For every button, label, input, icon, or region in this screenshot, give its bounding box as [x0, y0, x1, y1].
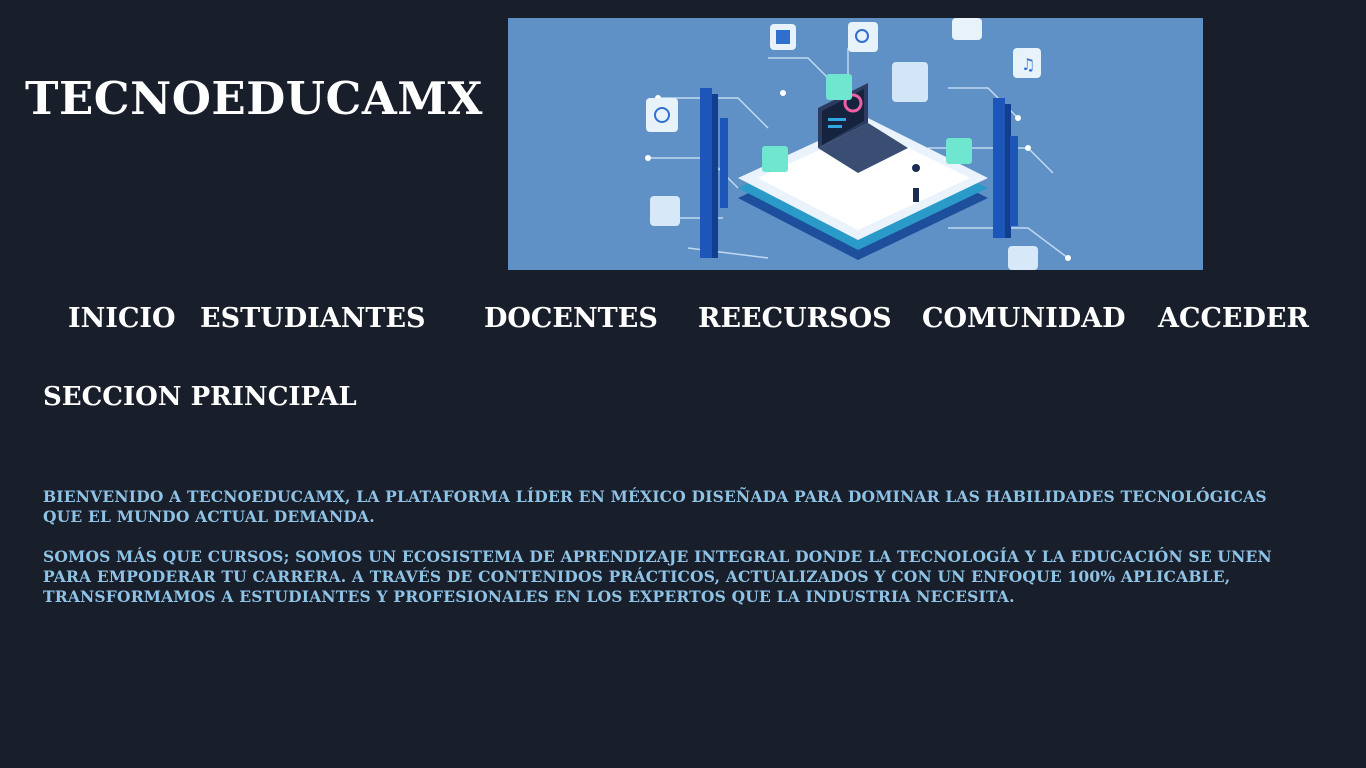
nav-item-docentes[interactable]: DOCENTES [484, 300, 658, 338]
nav-item-recursos[interactable]: REECURSOS [698, 300, 892, 338]
svg-text:♫: ♫ [1021, 55, 1035, 74]
nav-item-estudiantes[interactable]: ESTUDIANTES [200, 300, 426, 338]
hero-illustration: ♫ [508, 18, 1203, 270]
hero-image: ♫ [508, 18, 1203, 270]
description-paragraph: SOMOS MÁS QUE CURSOS; SOMOS UN ECOSISTEM… [43, 547, 1272, 606]
nav-item-acceder[interactable]: ACCEDER [1158, 300, 1309, 338]
nav-item-inicio[interactable]: INICIO [68, 300, 176, 338]
intro-paragraph: BIENVENIDO A TECNOEDUCAMX, LA PLATAFORMA… [43, 487, 1267, 526]
site-title: TECNOEDUCAMX [25, 72, 483, 125]
main-nav: INICIO ESTUDIANTES DOCENTES REECURSOS CO… [0, 300, 1366, 340]
nav-item-comunidad[interactable]: COMUNIDAD [922, 300, 1126, 338]
section-title: SECCION PRINCIPAL [43, 382, 357, 412]
